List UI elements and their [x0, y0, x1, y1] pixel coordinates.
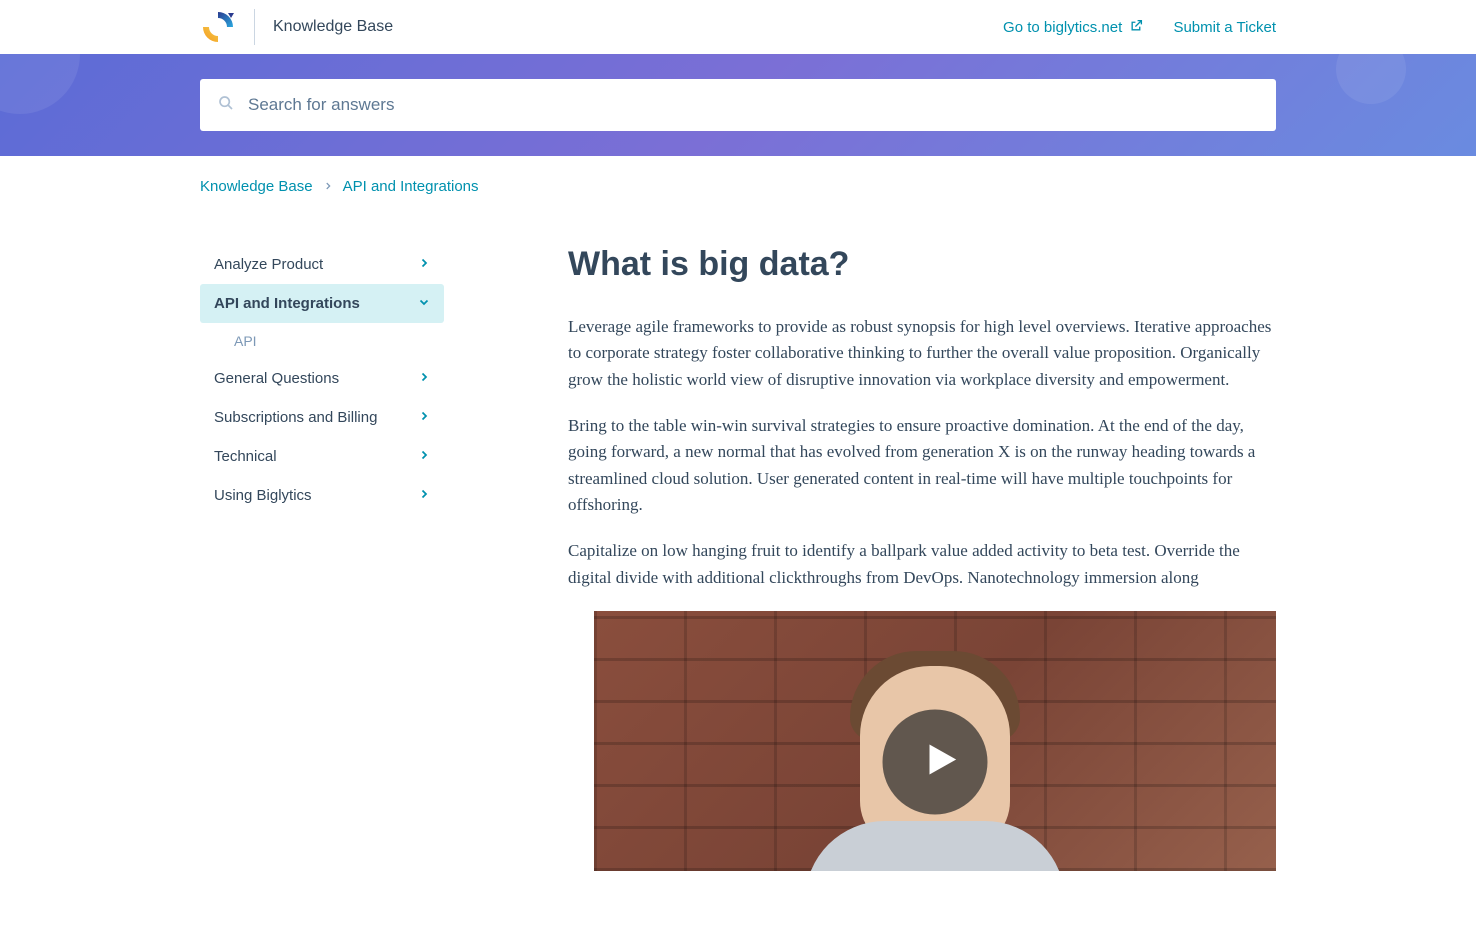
search-hero — [0, 54, 1476, 156]
chevron-right-icon — [323, 178, 333, 195]
sidebar-item-label: General Questions — [214, 370, 339, 387]
sidebar-subitem-api[interactable]: API — [200, 323, 444, 359]
goto-site-label: Go to biglytics.net — [1003, 19, 1122, 36]
breadcrumb-section[interactable]: API and Integrations — [343, 178, 479, 195]
search-box[interactable] — [200, 79, 1276, 131]
article-title: What is big data? — [568, 245, 1276, 284]
breadcrumb: Knowledge Base API and Integrations — [200, 178, 1276, 195]
sidebar-item-general-questions[interactable]: General Questions — [200, 359, 444, 398]
sidebar-item-analyze-product[interactable]: Analyze Product — [200, 245, 444, 284]
chevron-right-icon — [418, 448, 430, 465]
sidebar-item-technical[interactable]: Technical — [200, 437, 444, 476]
breadcrumb-root[interactable]: Knowledge Base — [200, 178, 313, 195]
article-paragraph: Leverage agile frameworks to provide as … — [568, 314, 1276, 393]
goto-site-link[interactable]: Go to biglytics.net — [1003, 19, 1143, 36]
sidebar-item-label: Using Biglytics — [214, 487, 312, 504]
sidebar-item-using-biglytics[interactable]: Using Biglytics — [200, 476, 444, 515]
site-title[interactable]: Knowledge Base — [273, 18, 393, 36]
sidebar-item-label: Technical — [214, 448, 277, 465]
chevron-right-icon — [418, 487, 430, 504]
sidebar-item-label: Analyze Product — [214, 256, 323, 273]
chevron-right-icon — [418, 409, 430, 426]
video-player[interactable] — [594, 611, 1276, 871]
sidebar-item-label: API and Integrations — [214, 295, 360, 312]
article: What is big data? Leverage agile framewo… — [568, 245, 1276, 871]
search-icon — [218, 95, 234, 116]
top-header: Knowledge Base Go to biglytics.net Submi… — [0, 0, 1476, 54]
article-paragraph: Capitalize on low hanging fruit to ident… — [568, 538, 1276, 591]
article-paragraph: Bring to the table win-win survival stra… — [568, 413, 1276, 518]
play-button[interactable] — [883, 710, 988, 815]
site-logo[interactable] — [200, 9, 236, 45]
chevron-right-icon — [418, 370, 430, 387]
sidebar: Analyze Product API and Integrations API… — [200, 245, 444, 871]
sidebar-item-label: Subscriptions and Billing — [214, 409, 377, 426]
chevron-down-icon — [418, 295, 430, 312]
sidebar-item-api-integrations[interactable]: API and Integrations — [200, 284, 444, 323]
chevron-right-icon — [418, 256, 430, 273]
submit-ticket-link[interactable]: Submit a Ticket — [1173, 19, 1276, 36]
play-icon — [911, 740, 959, 785]
external-link-icon — [1130, 19, 1143, 36]
search-input[interactable] — [248, 95, 1258, 115]
sidebar-item-subscriptions-billing[interactable]: Subscriptions and Billing — [200, 398, 444, 437]
